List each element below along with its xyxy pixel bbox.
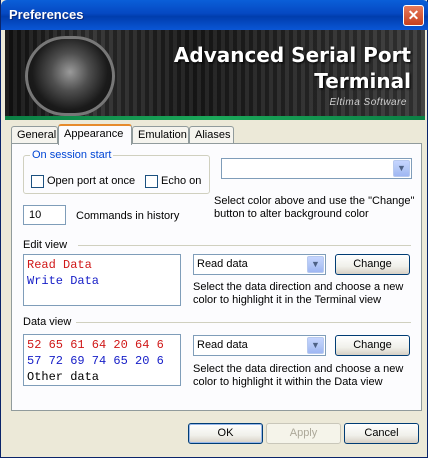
apply-button[interactable]: Apply xyxy=(266,423,341,444)
echo-on-label: Echo on xyxy=(161,175,202,187)
title-bar[interactable]: Preferences ✕ xyxy=(1,0,428,30)
chevron-down-icon[interactable]: ▼ xyxy=(307,337,324,354)
echo-on-checkbox-box[interactable] xyxy=(145,174,158,188)
banner-product-title: Advanced Serial Port Terminal xyxy=(173,43,411,93)
cancel-button[interactable]: Cancel xyxy=(344,423,419,444)
data-view-label: Data view xyxy=(23,316,72,328)
edit-view-preview[interactable]: Read Data Write Data xyxy=(23,254,181,306)
open-port-checkbox-box[interactable] xyxy=(31,174,44,188)
serial-connector-image xyxy=(25,36,115,116)
background-color-hint: Select color above and use the "Change" … xyxy=(214,195,415,220)
tab-emulation[interactable]: Emulation xyxy=(132,126,189,144)
ok-button[interactable]: OK xyxy=(188,423,263,444)
open-port-checkbox[interactable]: Open port at once xyxy=(31,174,135,188)
session-start-legend: On session start xyxy=(30,149,114,161)
banner-accent-band xyxy=(5,116,425,120)
data-direction-value: Read data xyxy=(197,339,248,351)
data-change-button[interactable]: Change xyxy=(335,335,410,356)
close-icon: ✕ xyxy=(407,7,420,23)
tab-appearance[interactable]: Appearance xyxy=(58,124,132,145)
edit-preview-line: Write Data xyxy=(27,274,100,288)
edit-direction-value: Read data xyxy=(197,258,248,270)
chevron-down-icon[interactable]: ▼ xyxy=(307,256,324,273)
session-start-group: On session start Open port at once Echo … xyxy=(23,149,210,194)
edit-view-hint: Select the data direction and choose a n… xyxy=(193,281,404,306)
edit-view-label: Edit view xyxy=(23,239,68,251)
history-count-input[interactable]: 10 xyxy=(23,205,66,225)
edit-direction-select[interactable]: Read data ▼ xyxy=(193,254,326,275)
close-button[interactable]: ✕ xyxy=(403,5,424,26)
edit-preview-line: Read Data xyxy=(27,258,92,272)
preferences-dialog: Preferences ✕ Advanced Serial Port Termi… xyxy=(0,0,428,458)
data-preview-line: 57 72 69 74 65 20 6 xyxy=(27,354,164,368)
window-title: Preferences xyxy=(9,7,84,22)
data-direction-select[interactable]: Read data ▼ xyxy=(193,335,326,356)
echo-on-checkbox[interactable]: Echo on xyxy=(145,174,201,188)
data-preview-line: 52 65 61 64 20 64 6 xyxy=(27,338,164,352)
tab-aliases[interactable]: Aliases xyxy=(189,126,234,144)
open-port-label: Open port at once xyxy=(47,175,136,187)
background-color-combo[interactable]: ▼ xyxy=(221,158,412,179)
data-view-preview[interactable]: 52 65 61 64 20 64 6 57 72 69 74 65 20 6 … xyxy=(23,334,181,386)
chevron-down-icon[interactable]: ▼ xyxy=(393,160,410,177)
data-view-hint: Select the data direction and choose a n… xyxy=(193,363,404,388)
tab-general[interactable]: General xyxy=(11,126,58,144)
data-preview-line: Other data xyxy=(27,370,100,384)
data-view-divider xyxy=(76,322,411,323)
banner-vendor: Eltima Software xyxy=(329,97,407,108)
product-banner: Advanced Serial Port Terminal Eltima Sof… xyxy=(5,30,425,120)
edit-view-divider xyxy=(78,245,411,246)
edit-change-button[interactable]: Change xyxy=(335,254,410,275)
appearance-panel: On session start Open port at once Echo … xyxy=(11,143,422,411)
history-count-label: Commands in history xyxy=(76,210,180,222)
